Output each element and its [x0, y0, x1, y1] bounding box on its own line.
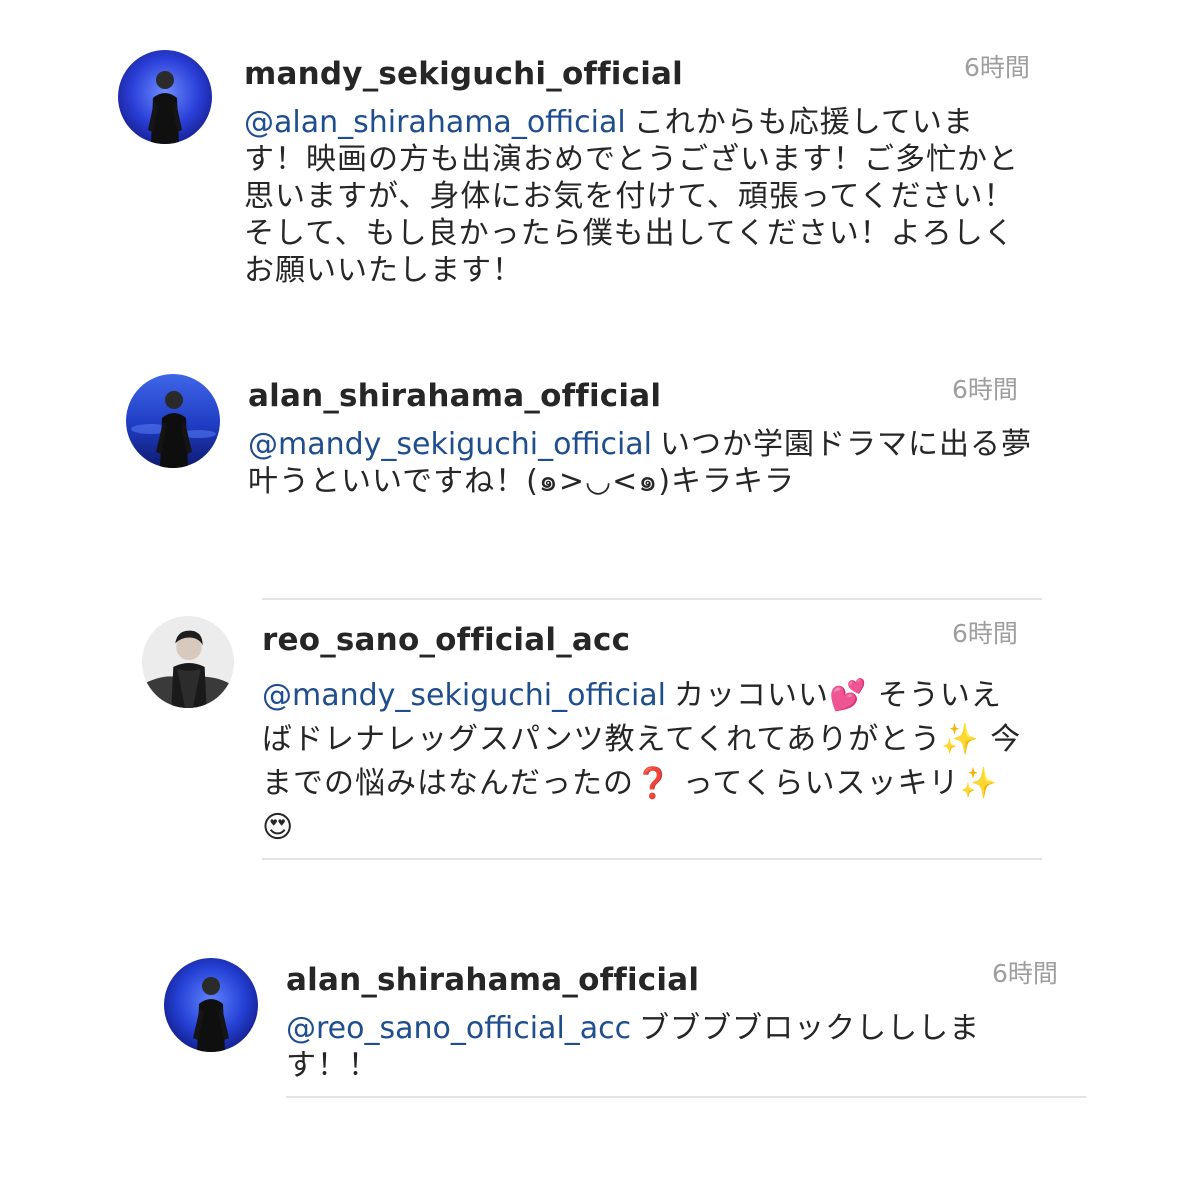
- comment-username[interactable]: alan_shirahama_official: [248, 378, 661, 414]
- avatar[interactable]: [118, 50, 212, 144]
- comment-mention-link[interactable]: @alan_shirahama_official: [244, 105, 626, 140]
- comment-username[interactable]: mandy_sekiguchi_official: [244, 56, 683, 92]
- comment-item: alan_shirahama_official 6時間 @reo_sano_of…: [0, 940, 1200, 1110]
- comment-username[interactable]: reo_sano_official_acc: [262, 622, 630, 658]
- comment-text: @mandy_sekiguchi_official カッコいい💕 そういえばドレナ…: [262, 674, 1022, 850]
- comment-timestamp: 6時間: [964, 53, 1030, 82]
- comment-text: @reo_sano_official_acc ブブブブロックしししま す！！: [286, 1010, 1046, 1084]
- comment-item: alan_shirahama_official 6時間 @mandy_sekig…: [0, 360, 1200, 540]
- avatar[interactable]: [164, 958, 258, 1052]
- comment-timestamp: 6時間: [992, 959, 1058, 988]
- comment-mention-link[interactable]: @mandy_sekiguchi_official: [248, 427, 652, 462]
- comment-body: reo_sano_official_acc 6時間 @mandy_sekiguc…: [262, 619, 1062, 852]
- avatar-photo: [118, 50, 212, 144]
- comment-item: reo_sano_official_acc 6時間 @mandy_sekiguc…: [0, 600, 1200, 860]
- comment-text: @mandy_sekiguchi_official いつか学園ドラマに出る夢叶うと…: [248, 426, 1038, 500]
- comment-item: mandy_sekiguchi_official 6時間 @alan_shira…: [0, 0, 1200, 320]
- comment-body: alan_shirahama_official 6時間 @mandy_sekig…: [248, 375, 1048, 528]
- comment-mention-link[interactable]: @mandy_sekiguchi_official: [262, 678, 666, 713]
- avatar[interactable]: [142, 616, 234, 708]
- avatar-photo: [142, 616, 234, 708]
- comment-username[interactable]: alan_shirahama_official: [286, 962, 699, 998]
- comment-body: mandy_sekiguchi_official 6時間 @alan_shira…: [244, 53, 1044, 296]
- comment-body: alan_shirahama_official 6時間 @reo_sano_of…: [286, 959, 1086, 1102]
- comment-text: @alan_shirahama_official これからも応援しています！映画の…: [244, 104, 1034, 289]
- avatar[interactable]: [126, 374, 220, 468]
- comment-timestamp: 6時間: [952, 619, 1018, 648]
- reply-divider-bottom: [286, 1096, 1086, 1098]
- avatar-photo: [126, 374, 220, 468]
- avatar-photo: [164, 958, 258, 1052]
- comment-timestamp: 6時間: [952, 375, 1018, 404]
- reply-divider-bottom: [262, 858, 1042, 860]
- comment-mention-link[interactable]: @reo_sano_official_acc: [286, 1011, 631, 1046]
